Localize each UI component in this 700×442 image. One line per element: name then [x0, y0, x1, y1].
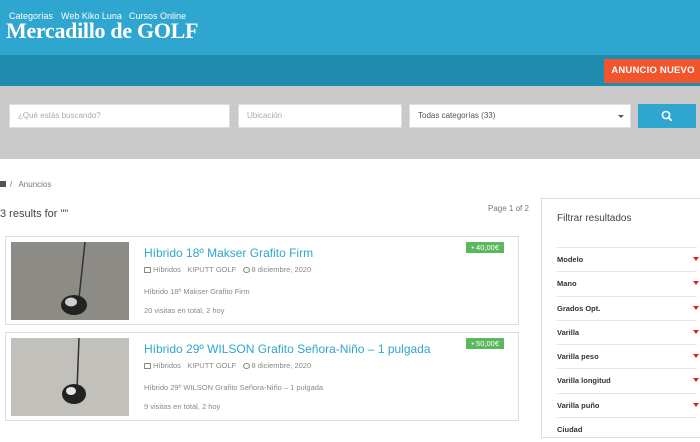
filter-label: Varilla puño [557, 401, 600, 410]
filter-grados[interactable]: Grados Opt. [557, 296, 699, 320]
breadcrumb: / Anuncios [0, 180, 51, 189]
caret-down-icon [693, 257, 699, 261]
filter-label: Mano [557, 279, 577, 288]
page-info: Page 1 of 2 [488, 204, 529, 213]
listing-seller[interactable]: KIPUTT GOLF [187, 265, 236, 274]
filter-varilla-longitud[interactable]: Varilla longitud [557, 368, 699, 392]
home-icon[interactable] [0, 181, 6, 187]
listing-seller[interactable]: KIPUTT GOLF [187, 361, 236, 370]
caret-down-icon [693, 281, 699, 285]
listing-card[interactable]: Híbrido 29º WILSON Grafito Señora-Niño –… [5, 332, 519, 421]
golf-club-image [11, 338, 129, 416]
listing-visits: 20 visitas en total, 2 hoy [144, 306, 225, 315]
caret-down-icon [693, 378, 699, 382]
search-button[interactable] [638, 104, 696, 128]
nav-item-cursos-online[interactable]: Cursos Online [129, 11, 186, 21]
filter-ciudad[interactable]: Ciudad [557, 417, 697, 441]
filter-label: Varilla longitud [557, 376, 611, 385]
new-listing-button[interactable]: ANUNCIO NUEVO [604, 59, 700, 83]
clock-icon [242, 363, 250, 369]
category-select-value: Todas categorías (33) [418, 111, 496, 120]
filter-label: Modelo [557, 255, 584, 264]
caret-down-icon [693, 403, 699, 407]
listing-image[interactable] [11, 242, 129, 320]
listing-description: Híbrido 29º WILSON Grafito Señora-Niño –… [144, 383, 324, 392]
price-value: 50,00€ [476, 339, 499, 348]
nav-item-web-kiko-luna[interactable]: Web Kiko Luna [61, 11, 122, 21]
caret-down-icon [693, 330, 699, 334]
caret-down-icon [693, 354, 699, 358]
filter-sidebar: Filtrar resultados Modelo Mano Grados Op… [541, 198, 700, 438]
price-value: 40,00€ [476, 243, 499, 252]
listing-image[interactable] [11, 338, 129, 416]
search-icon [661, 110, 673, 122]
nav-item-categorias[interactable]: Categorías [9, 11, 53, 21]
listing-category[interactable]: Híbridos [153, 361, 181, 370]
price-badge: • 50,00€ [466, 338, 504, 349]
site-logo[interactable]: Mercadillo de GOLF [6, 18, 198, 44]
filter-varilla-puno[interactable]: Varilla puño [557, 393, 699, 417]
chevron-down-icon [618, 115, 624, 118]
category-select[interactable]: Todas categorías (33) [409, 104, 631, 128]
listing-title[interactable]: Híbrido 18º Makser Grafito Firm [144, 246, 313, 260]
search-input[interactable]: ¿Qué estás buscando? [9, 104, 230, 128]
listing-title[interactable]: Híbrido 29º WILSON Grafito Señora-Niño –… [144, 342, 431, 356]
filter-label: Varilla peso [557, 352, 599, 361]
golf-club-image [11, 242, 129, 320]
filter-modelo[interactable]: Modelo [557, 247, 699, 271]
listing-card[interactable]: Híbrido 18º Makser Grafito Firm Híbridos… [5, 236, 519, 325]
listing-description: Híbrido 18º Makser Grafito Firm [144, 287, 250, 296]
list-icon [144, 363, 151, 369]
filter-title: Filtrar resultados [557, 213, 632, 224]
location-input[interactable]: Ubicación [238, 104, 402, 128]
filter-label: Grados Opt. [557, 304, 601, 313]
listing-category[interactable]: Híbridos [153, 265, 181, 274]
filter-varilla-peso[interactable]: Varilla peso [557, 344, 699, 368]
listing-date: 8 diciembre, 2020 [251, 265, 312, 274]
price-badge: • 40,00€ [466, 242, 504, 253]
breadcrumb-current: Anuncios [18, 180, 52, 189]
filter-mano[interactable]: Mano [557, 271, 699, 295]
filter-label: Ciudad [557, 425, 583, 434]
filter-varilla[interactable]: Varilla [557, 320, 699, 344]
listing-meta: Híbridos KIPUTT GOLF 8 diciembre, 2020 [144, 265, 311, 274]
list-icon [144, 267, 151, 273]
results-title: 3 results for "" [0, 208, 69, 220]
listing-date: 8 diciembre, 2020 [251, 361, 312, 370]
listing-meta: Híbridos KIPUTT GOLF 8 diciembre, 2020 [144, 361, 311, 370]
listing-visits: 9 visitas en total, 2 hoy [144, 402, 221, 411]
main-nav [0, 55, 700, 86]
caret-down-icon [693, 306, 699, 310]
filter-label: Varilla [557, 328, 580, 337]
clock-icon [242, 267, 250, 273]
